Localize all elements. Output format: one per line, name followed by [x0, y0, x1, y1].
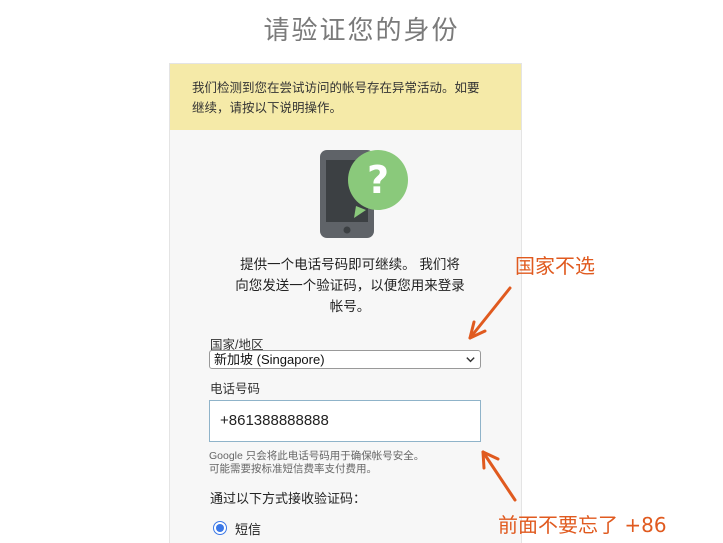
hint-line2: 可能需要按标准短信费率支付费用。: [209, 463, 377, 475]
country-select[interactable]: 新加坡 (Singapore): [209, 350, 481, 369]
sms-radio[interactable]: [213, 521, 227, 535]
annotation-phone-note: 前面不要忘了 +86: [498, 513, 667, 537]
method-heading: 通过以下方式接收验证码：: [210, 491, 367, 506]
annotation-country-note: 国家不选: [515, 254, 595, 278]
phone-hint: Google 只会将此电话号码用于确保帐号安全。 可能需要按标准短信费率支付费用…: [209, 450, 489, 476]
page-title: 请验证您的身份: [263, 16, 460, 46]
warning-text-line1: 我们检测到您在尝试访问的帐号存在异常活动。如要: [192, 81, 480, 95]
country-select-value: 新加坡 (Singapore): [214, 352, 325, 367]
phone-input-value: +861388888888: [220, 412, 329, 429]
chevron-down-icon: [466, 357, 475, 363]
intro-line2: 向您发送一个验证码，以便您用来登录: [235, 278, 465, 293]
intro-text: 提供一个电话号码即可继续。 我们将 向您发送一个验证码，以便您用来登录 帐号。: [220, 254, 480, 317]
verification-card: 我们检测到您在尝试访问的帐号存在异常活动。如要 继续，请按以下说明操作。 ? 提…: [169, 63, 522, 543]
svg-text:?: ?: [367, 158, 389, 202]
warning-text-line2: 继续，请按以下说明操作。: [192, 101, 343, 115]
phone-label: 电话号码: [210, 382, 261, 396]
intro-line3: 帐号。: [329, 299, 371, 314]
intro-line1: 提供一个电话号码即可继续。 我们将: [240, 257, 460, 272]
sms-option[interactable]: 短信: [213, 520, 262, 537]
phone-input[interactable]: +861388888888: [209, 400, 481, 442]
hint-line1: Google 只会将此电话号码用于确保帐号安全。: [209, 450, 425, 462]
phone-question-icon: ?: [320, 150, 408, 238]
sms-radio-label: 短信: [235, 521, 262, 537]
warning-banner: 我们检测到您在尝试访问的帐号存在异常活动。如要 继续，请按以下说明操作。: [170, 64, 521, 130]
